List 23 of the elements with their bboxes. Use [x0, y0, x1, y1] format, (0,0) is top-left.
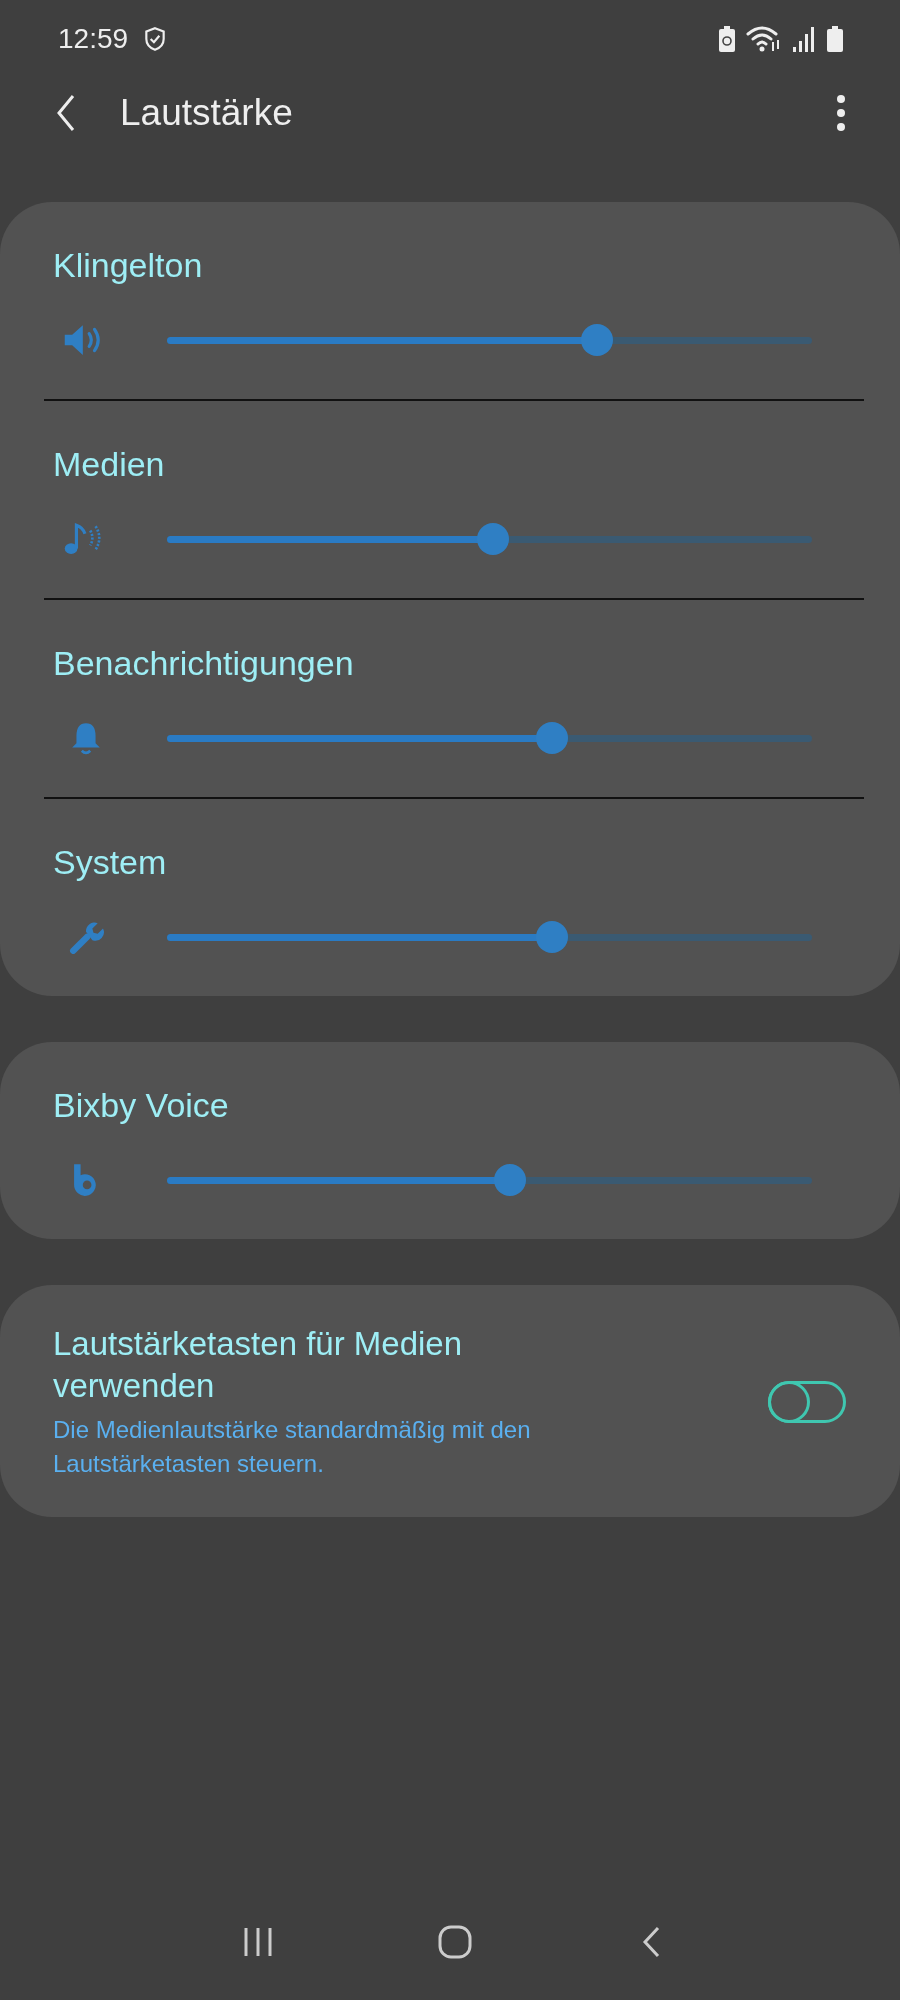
slider-label: Medien: [52, 445, 166, 484]
setting-description: Die Medienlautstärke standardmäßig mit den Lautstärketasten steuern.: [53, 1415, 532, 1479]
volume-slider[interactable]: [167, 324, 812, 356]
home-icon[interactable]: [437, 1924, 473, 1960]
slider-label: Klingelton: [52, 246, 204, 285]
volume-slider[interactable]: [167, 722, 812, 754]
signal-icon: [792, 25, 816, 53]
volume-slider[interactable]: [167, 1164, 812, 1196]
shield-icon: [144, 26, 167, 52]
wifi-icon: [746, 25, 782, 53]
bixby-icon: [73, 1163, 99, 1197]
slider-label: Bixby Voice: [52, 1086, 230, 1125]
more-options-icon: [836, 93, 846, 133]
clock: 12:59: [58, 23, 129, 55]
slider-label: System: [52, 843, 168, 882]
page-title: Lautstärke: [120, 92, 293, 134]
toggle-switch[interactable]: [768, 1381, 846, 1423]
setting-title: Lautstärketasten für Medien verwenden: [53, 1324, 464, 1406]
battery-saver-icon: [718, 25, 736, 53]
slider-label: Benachrichtigungen: [52, 644, 355, 683]
volume-slider[interactable]: [167, 921, 812, 953]
battery-icon: [826, 25, 844, 53]
volume-slider[interactable]: [167, 523, 812, 555]
